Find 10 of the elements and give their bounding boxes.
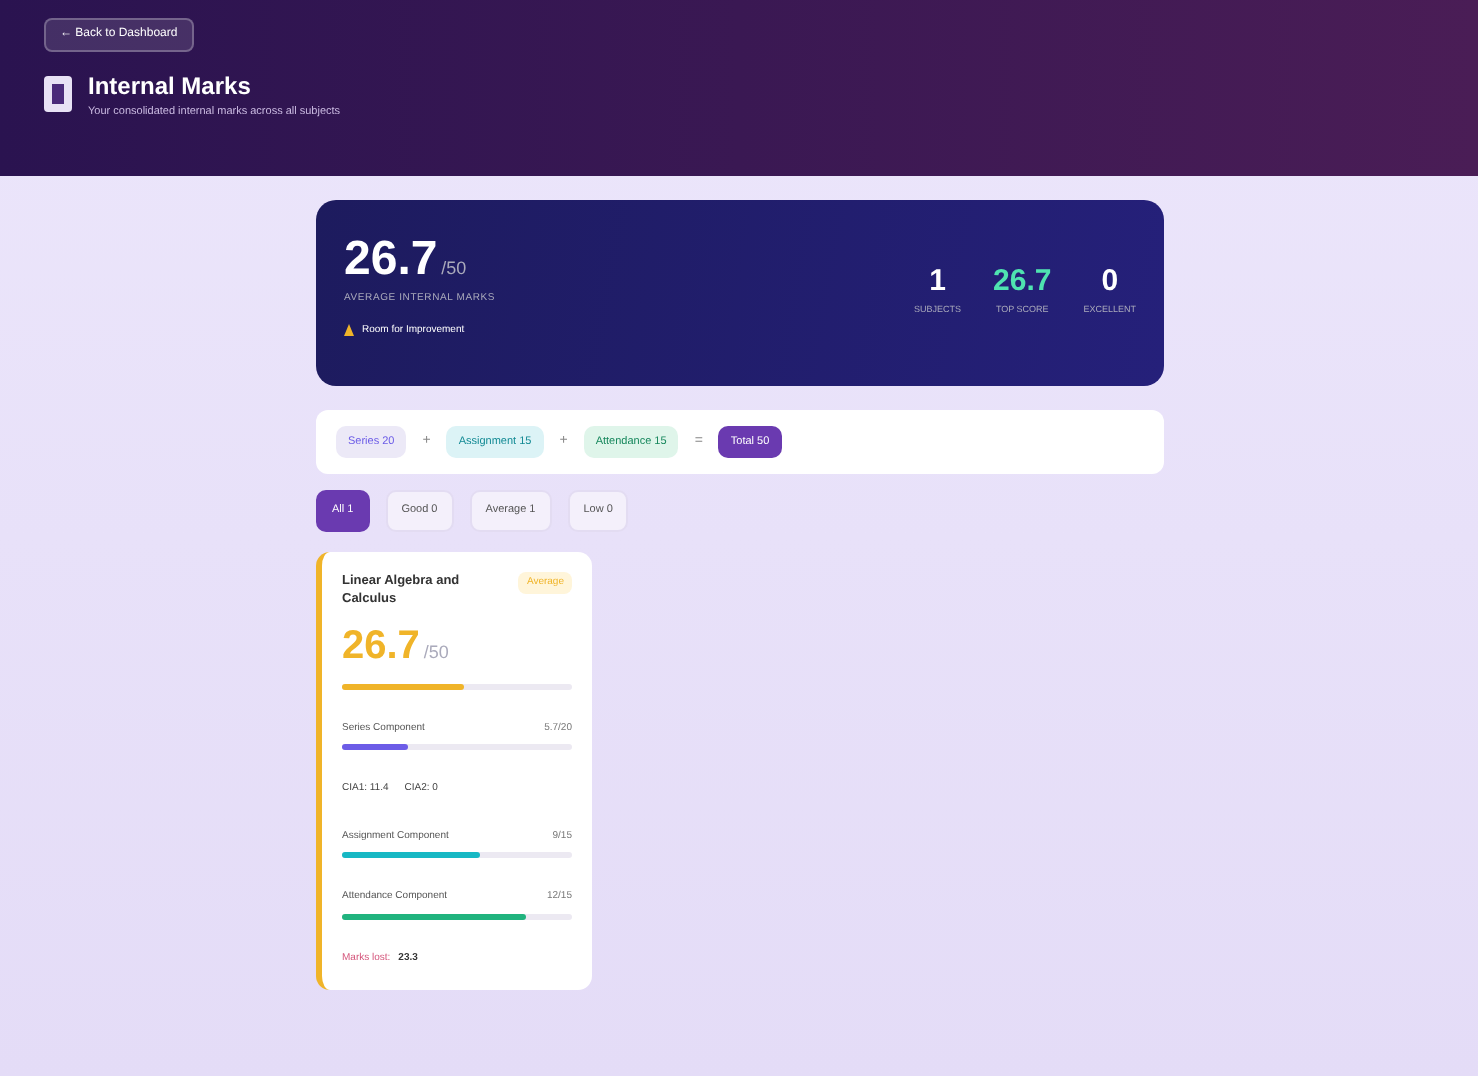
stat-value: 26.7 [993, 266, 1052, 299]
subject-score: 26.7 [342, 624, 420, 668]
document-icon [44, 76, 72, 113]
warning-icon [344, 324, 354, 337]
stat-value: 0 [1099, 266, 1121, 299]
score-total: /50 [441, 258, 467, 278]
page-title: Internal Marks [88, 70, 253, 104]
stat-value: 1 [927, 266, 948, 299]
score-total: /50 [423, 642, 449, 662]
average-score: 26.7 [344, 232, 438, 286]
